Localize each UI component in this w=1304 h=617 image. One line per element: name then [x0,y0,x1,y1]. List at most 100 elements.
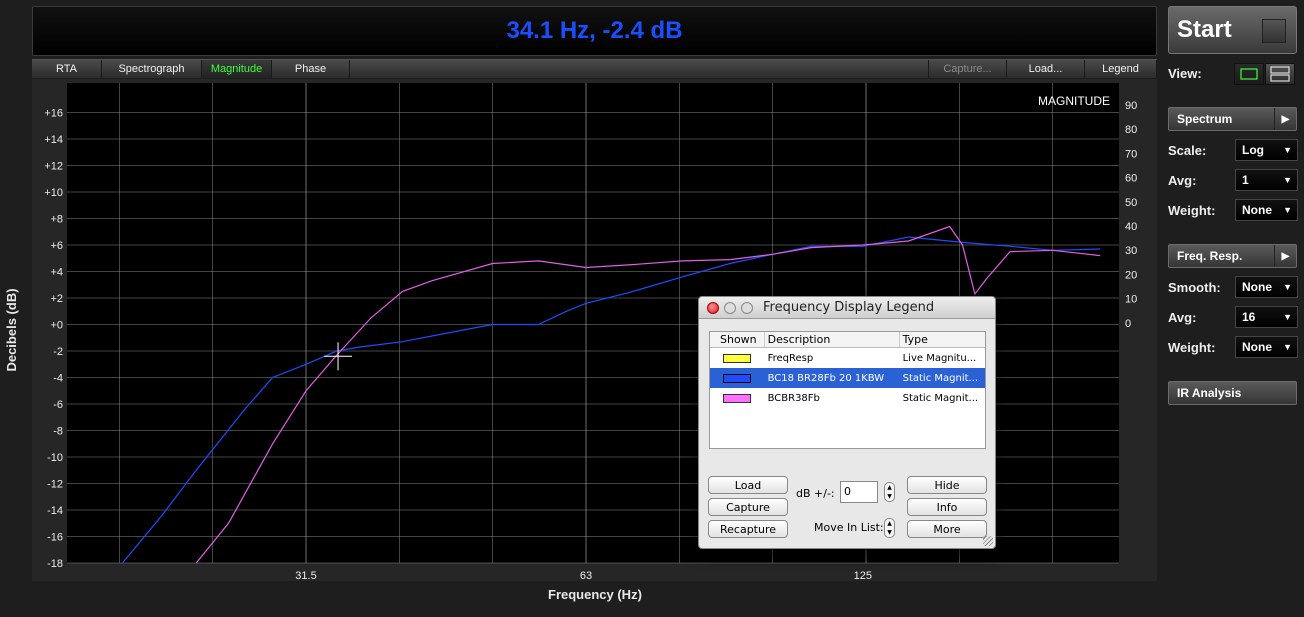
color-swatch[interactable] [723,353,752,363]
y-tick-label: +12 [44,161,63,173]
y-tick-label: +16 [44,108,63,120]
load-button[interactable]: Load [708,476,788,494]
weight-value: None [1242,203,1272,217]
zoom-icon[interactable] [741,301,753,314]
resize-grip-icon[interactable] [983,536,993,546]
db-stepper[interactable]: ▲ ▼ [884,482,895,502]
more-button[interactable]: More [907,520,987,538]
column-header-shown[interactable]: Shown [710,332,765,347]
legend-row-type: Static Magnit... [902,372,979,384]
weight2-value: None [1242,340,1272,354]
right-tick-label: 40 [1125,221,1137,233]
chevron-down-icon: ▼ [1283,205,1292,215]
hide-button[interactable]: Hide [907,476,987,494]
column-header-description[interactable]: Description [765,332,900,347]
y-tick-label: +8 [50,214,63,226]
avg-label: Avg: [1168,173,1197,188]
legend-row[interactable]: FreqResp Live Magnitu... [710,348,985,368]
avg-dropdown[interactable]: 1 ▼ [1235,169,1298,191]
right-tick-label: 70 [1125,148,1137,160]
legend-dialog: Frequency Display Legend Shown Descripti… [698,296,996,549]
scale-dropdown[interactable]: Log ▼ [1235,139,1298,161]
y-tick-label: -14 [47,505,63,517]
spectrum-section-button[interactable]: Spectrum ▶ [1168,107,1297,131]
tab-rta[interactable]: RTA [32,60,102,78]
start-button[interactable]: Start [1168,6,1297,54]
tab-phase[interactable]: Phase [272,60,350,78]
avg2-value: 16 [1242,310,1256,324]
y-tick-label: -16 [47,532,63,544]
right-tick-label: 0 [1125,318,1131,330]
y-tick-label: +2 [50,293,63,305]
column-header-type[interactable]: Type [900,332,985,347]
legend-row-type: Live Magnitu... [902,352,977,364]
chevron-down-icon: ▼ [1283,145,1292,155]
readout-text: 34.1 Hz, -2.4 dB [506,17,683,44]
legend-table: Shown Description Type FreqResp Live Mag… [709,331,986,449]
x-axis-label: Frequency (Hz) [548,587,642,602]
smooth-label: Smooth: [1168,280,1221,295]
chevron-down-icon: ▼ [1283,175,1292,185]
cursor-readout: 34.1 Hz, -2.4 dB [32,6,1157,56]
chevron-down-icon: ▼ [1283,312,1292,322]
right-tick-label: 30 [1125,245,1137,257]
weight2-label: Weight: [1168,340,1216,355]
legend-titlebar[interactable]: Frequency Display Legend [699,297,995,319]
y-tick-label: -6 [53,399,63,411]
minimize-icon[interactable] [724,301,736,314]
y-tick-label: -12 [47,479,63,491]
info-button[interactable]: Info [907,498,987,516]
x-tick-label: 125 [854,570,872,581]
legend-menu-button[interactable]: Legend [1085,60,1157,78]
view-tab-bar: RTA Spectrograph Magnitude Phase Capture… [32,59,1157,78]
capture-menu-button[interactable]: Capture... [929,60,1007,78]
smooth-value: None [1242,280,1272,294]
color-swatch[interactable] [723,393,752,403]
ir-analysis-button[interactable]: IR Analysis [1168,381,1297,405]
db-offset-label: dB +/-: [796,487,835,500]
legend-title: Frequency Display Legend [763,300,935,315]
tab-magnitude[interactable]: Magnitude [202,60,272,78]
split-pane-icon [1270,66,1290,82]
y-tick-label: +4 [50,267,63,279]
freq-resp-section-button[interactable]: Freq. Resp. ▶ [1168,244,1297,268]
right-tick-label: 80 [1125,124,1137,136]
avg2-dropdown[interactable]: 16 ▼ [1235,306,1298,328]
legend-row-description: BC18 BR28Fb 20 1KBW [767,372,885,384]
capture-button[interactable]: Capture [708,498,788,516]
stop-square-icon [1262,19,1286,43]
legend-row[interactable]: BCBR38Fb Static Magnit... [710,388,985,408]
weight-dropdown[interactable]: None ▼ [1235,199,1298,221]
db-offset-field[interactable]: 0 [840,481,878,503]
smooth-dropdown[interactable]: None ▼ [1235,276,1298,298]
y-tick-label: +14 [44,134,63,146]
x-tick-label: 31.5 [295,570,316,581]
load-menu-button[interactable]: Load... [1007,60,1085,78]
legend-row-description: BCBR38Fb [767,392,820,404]
avg-value: 1 [1242,173,1249,187]
view-label: View: [1168,66,1202,81]
x-tick-label: 63 [580,570,592,581]
move-stepper[interactable]: ▲ ▼ [884,518,895,538]
split-pane-view-button[interactable] [1265,63,1295,85]
freq-resp-section-label: Freq. Resp. [1177,249,1243,263]
single-pane-view-button[interactable] [1234,63,1264,85]
spectrum-section-label: Spectrum [1177,112,1233,126]
weight2-dropdown[interactable]: None ▼ [1235,336,1298,358]
expand-arrow-icon: ▶ [1274,245,1296,267]
color-swatch[interactable] [723,373,752,383]
chevron-down-icon: ▼ [1283,342,1292,352]
start-button-label: Start [1177,16,1232,43]
legend-table-header: Shown Description Type [710,332,985,348]
tab-spectrograph[interactable]: Spectrograph [102,60,202,78]
legend-row[interactable]: BC18 BR28Fb 20 1KBW Static Magnit... [710,368,985,388]
recapture-button[interactable]: Recapture [708,520,788,538]
y-tick-label: -4 [53,373,63,385]
single-pane-icon [1240,68,1258,80]
y-tick-label: -10 [47,452,63,464]
close-icon[interactable] [707,301,719,314]
y-axis-label: Decibels (dB) [4,288,19,372]
y-tick-label: -2 [53,346,63,358]
legend-row-description: FreqResp [767,352,814,364]
right-tick-label: 10 [1125,294,1137,306]
